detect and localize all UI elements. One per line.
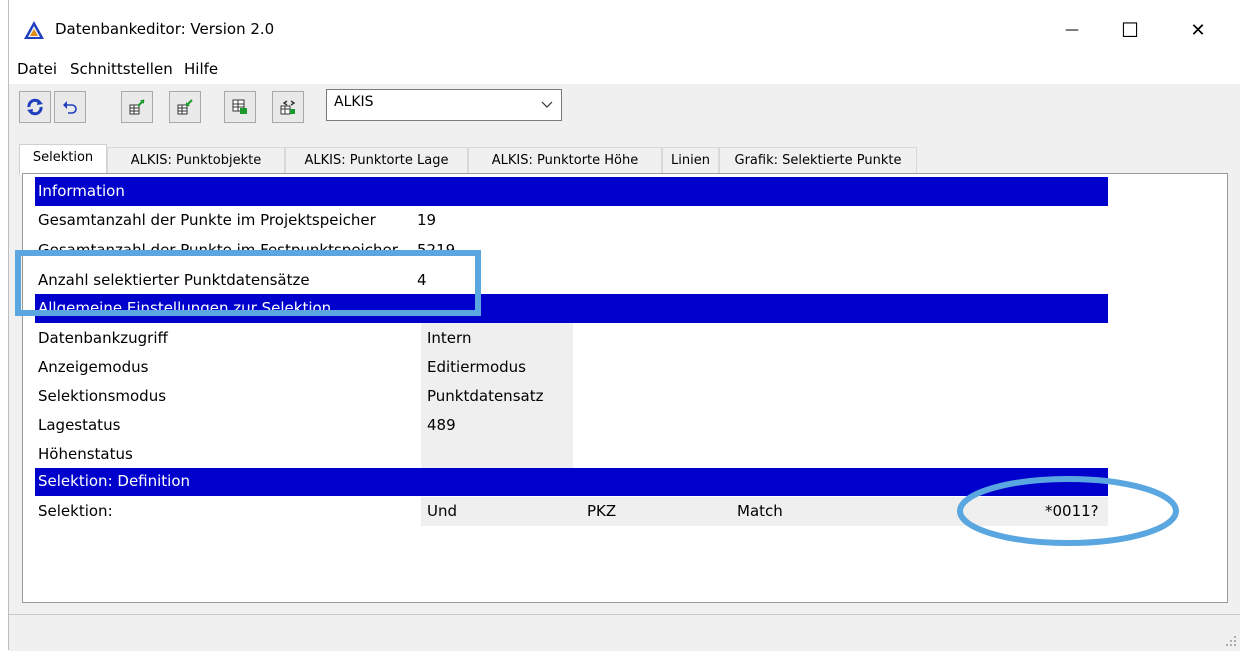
tab-grafik-selektierte-punkte[interactable]: Grafik: Selektierte Punkte	[719, 147, 917, 174]
definition-mode[interactable]: Match	[737, 502, 783, 520]
row-label: Höhenstatus	[38, 445, 133, 463]
tab-alkis-punktorte-lage[interactable]: ALKIS: Punktorte Lage	[285, 147, 468, 174]
format-dropdown[interactable]: ALKIS	[326, 89, 562, 121]
tab-linien[interactable]: Linien	[662, 147, 719, 174]
row-value[interactable]: 489	[427, 416, 456, 434]
menu-bar: Datei Schnittstellen Hilfe	[9, 54, 1240, 84]
format-dropdown-value: ALKIS	[334, 94, 374, 110]
title-bar: Datenbankeditor: Version 2.0 — ☐ ✕	[9, 0, 1240, 54]
row-label: Gesamtanzahl der Punkte im Projektspeich…	[38, 211, 376, 229]
section-title: Information	[38, 182, 125, 200]
minimize-icon: —	[1065, 22, 1079, 38]
menu-schnittstellen[interactable]: Schnittstellen	[70, 60, 173, 78]
row-label: Anzahl selektierter Punktdatensätze	[38, 271, 310, 289]
toolbar: ALKIS	[9, 84, 1240, 142]
close-button[interactable]: ✕	[1175, 10, 1221, 50]
row-label: Datenbankzugriff	[38, 329, 168, 347]
row-label: Lagestatus	[38, 416, 121, 434]
close-icon: ✕	[1190, 19, 1206, 41]
database-button[interactable]	[224, 91, 256, 123]
import-button[interactable]	[169, 91, 201, 123]
row-value[interactable]: Intern	[427, 329, 471, 347]
chevron-down-icon	[541, 101, 553, 108]
database-icon	[232, 99, 247, 114]
export-button[interactable]	[121, 91, 153, 123]
menu-hilfe[interactable]: Hilfe	[184, 60, 218, 78]
section-title: Allgemeine Einstellungen zur Selektion	[38, 299, 332, 317]
definition-field[interactable]: PKZ	[587, 502, 616, 520]
refresh-icon	[27, 98, 43, 116]
row-label: Selektionsmodus	[38, 387, 167, 405]
exchange-button[interactable]	[272, 91, 304, 123]
status-bar	[9, 614, 1240, 651]
minimize-button[interactable]: —	[1049, 10, 1095, 50]
row-value: 4	[417, 271, 427, 289]
row-label: Selektion:	[38, 502, 113, 520]
tab-alkis-punktobjekte[interactable]: ALKIS: Punktobjekte	[107, 147, 285, 174]
row-value[interactable]: Editiermodus	[427, 358, 526, 376]
maximize-button[interactable]: ☐	[1107, 10, 1153, 50]
tab-selektion[interactable]: Selektion	[19, 144, 107, 175]
row-value: 5219	[417, 241, 456, 253]
row-label: Gesamtanzahl der Punkte im Festpunktspei…	[38, 241, 398, 253]
section-header-information: Information	[35, 177, 1108, 206]
maximize-icon: ☐	[1121, 18, 1139, 42]
definition-operator[interactable]: Und	[427, 502, 457, 520]
section-header-settings: Allgemeine Einstellungen zur Selektion	[35, 294, 1108, 323]
definition-pattern[interactable]: *0011?	[1045, 502, 1099, 520]
resize-grip-icon[interactable]	[1225, 635, 1237, 647]
app-window: Datenbankeditor: Version 2.0 — ☐ ✕ Datei…	[8, 0, 1240, 651]
undo-button[interactable]	[54, 91, 86, 123]
refresh-button[interactable]	[19, 91, 51, 123]
row-value: 19	[417, 211, 437, 229]
section-title: Selektion: Definition	[38, 472, 191, 490]
menu-datei[interactable]: Datei	[17, 60, 57, 78]
selection-panel: Information Gesamtanzahl der Punkte im P…	[22, 173, 1228, 603]
exchange-icon	[280, 100, 296, 115]
row-value[interactable]: Punktdatensatz	[427, 387, 543, 405]
row-label: Anzeigemodus	[38, 358, 149, 376]
export-icon	[129, 99, 145, 115]
window-title: Datenbankeditor: Version 2.0	[55, 20, 275, 38]
section-header-definition: Selektion: Definition	[35, 468, 1108, 496]
app-logo-icon	[24, 21, 44, 39]
tab-alkis-punktorte-hoehe[interactable]: ALKIS: Punktorte Höhe	[468, 147, 662, 174]
import-icon	[177, 99, 193, 115]
undo-icon	[63, 101, 77, 114]
